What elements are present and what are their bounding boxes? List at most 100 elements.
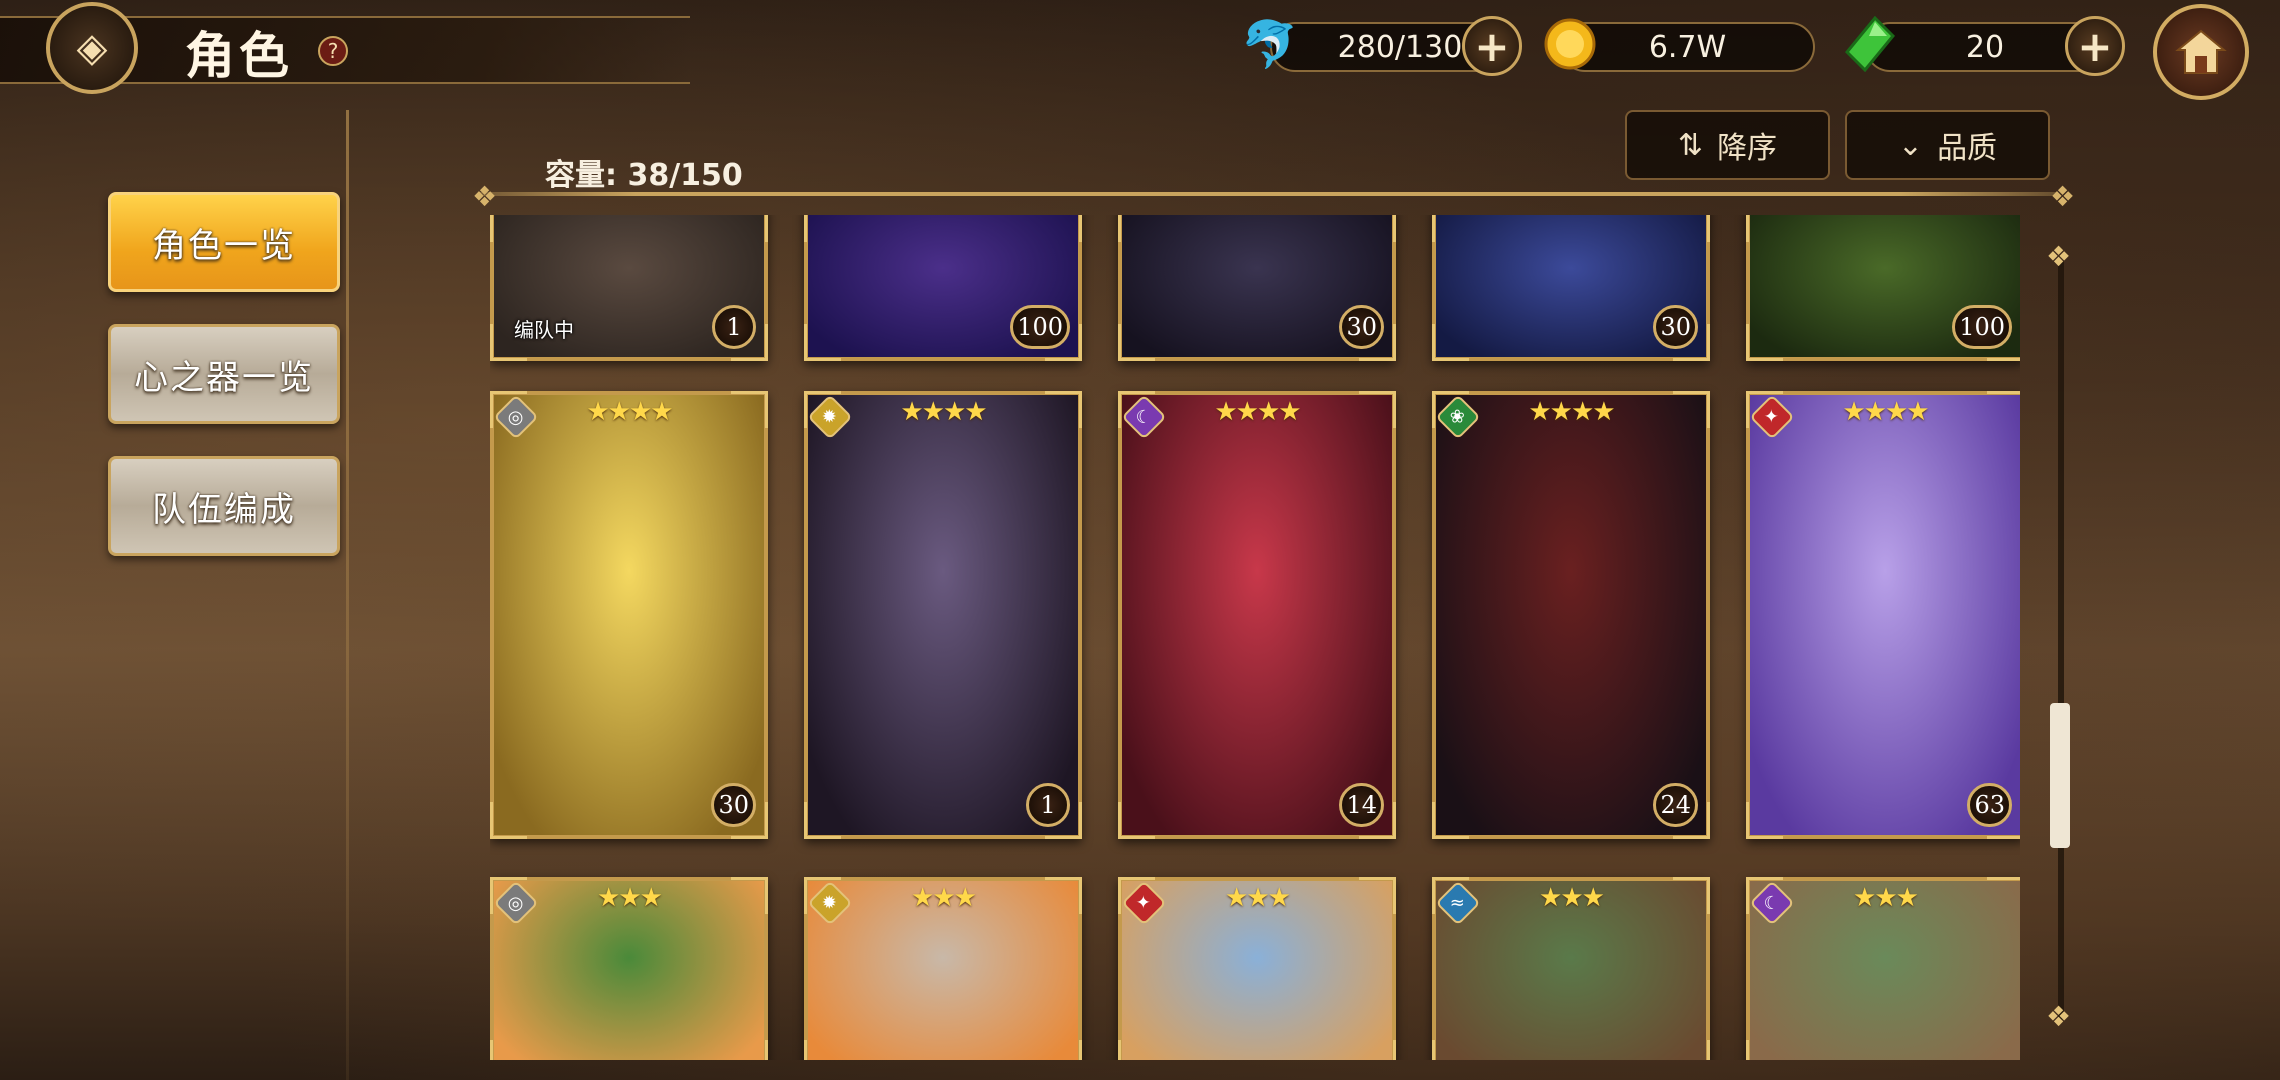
stamina-dolphin-icon: 🐬	[1241, 16, 1299, 71]
frame-corner	[1673, 215, 1710, 242]
divider-ornament-left: ❖	[472, 180, 498, 213]
level-badge: 63	[1967, 783, 2012, 827]
character-card[interactable]: ★★★ ✦	[1118, 877, 1396, 1060]
add-stamina-button[interactable]: +	[1462, 16, 1522, 76]
element-glyph-icon: ✹	[822, 892, 838, 914]
frame-corner	[1746, 324, 1783, 361]
frame-corner	[1746, 802, 1783, 839]
frame-corner	[1118, 802, 1155, 839]
element-glyph-icon: ≈	[1450, 892, 1466, 914]
sidebar-divider	[346, 110, 349, 1080]
scroll-top-ornament-icon: ❖	[2046, 240, 2072, 273]
frame-corner	[490, 802, 527, 839]
frame-corner	[490, 215, 527, 242]
menu-team-formation[interactable]: 队伍编成	[108, 456, 340, 556]
character-card[interactable]: ★★★★ ☾ 14	[1118, 391, 1396, 839]
level-badge: 1	[712, 305, 756, 349]
frame-corner	[1045, 1040, 1082, 1060]
level-badge: 14	[1339, 783, 1384, 827]
character-portrait	[1750, 395, 2020, 835]
scroll-bottom-ornament-icon: ❖	[2046, 1000, 2072, 1033]
element-glyph-icon: ✦	[1764, 406, 1780, 428]
sort-order-icon: ⇅	[1677, 127, 1704, 163]
green-gem-icon	[1842, 16, 1898, 72]
home-button[interactable]	[2153, 4, 2249, 100]
element-glyph-icon: ◎	[508, 406, 524, 428]
scrollbar-track[interactable]	[2058, 260, 2064, 1020]
character-card[interactable]: 30	[1118, 215, 1396, 361]
character-portrait	[1436, 395, 1706, 835]
frame-corner	[1359, 1040, 1396, 1060]
frame-corner	[1432, 1040, 1469, 1060]
frame-corner	[804, 324, 841, 361]
frame-corner	[731, 215, 768, 242]
character-card[interactable]: 100	[1746, 215, 2020, 361]
level-badge: 30	[1653, 305, 1698, 349]
character-card[interactable]: ★★★★ ✹ 1	[804, 391, 1082, 839]
frame-corner	[804, 1040, 841, 1060]
menu-heart-vessel-list[interactable]: 心之器一览	[108, 324, 340, 424]
element-glyph-icon: ☾	[1763, 892, 1781, 914]
level-badge: 100	[1010, 305, 1070, 349]
gold-coin-icon	[1542, 16, 1598, 72]
element-glyph-icon: ☾	[1135, 406, 1153, 428]
frame-corner	[1118, 1040, 1155, 1060]
sort-order-label: 降序	[1717, 131, 1778, 166]
frame-corner	[1118, 215, 1155, 242]
character-portrait	[808, 395, 1078, 835]
level-badge: 30	[1339, 305, 1384, 349]
character-grid: 编队中 1 100 30 30 100 ★★★★ ◎ 30 ★★★★ ✹ 1 ★★★★ ☾ 14 ★★★★ ❀ 2…	[490, 215, 2020, 1060]
chevron-down-icon: ⌄	[1897, 127, 1924, 163]
gold-value: 6.7W	[1648, 30, 1727, 65]
character-portrait	[1122, 395, 1392, 835]
capacity-label: 容量: 38/150	[545, 158, 743, 193]
menu-character-list[interactable]: 角色一览	[108, 192, 340, 292]
character-card[interactable]: 30	[1432, 215, 1710, 361]
character-card[interactable]: ★★★ ☾	[1746, 877, 2020, 1060]
frame-corner	[804, 215, 841, 242]
character-card[interactable]: 编队中 1	[490, 215, 768, 361]
character-card[interactable]: ★★★★ ❀ 24	[1432, 391, 1710, 839]
frame-corner	[731, 1040, 768, 1060]
frame-corner	[1432, 802, 1469, 839]
help-icon[interactable]: ?	[318, 36, 348, 66]
in-team-tag: 编队中	[514, 318, 574, 342]
frame-corner	[1359, 215, 1396, 242]
scrollbar-thumb[interactable]	[2050, 703, 2070, 848]
character-card[interactable]: 100	[804, 215, 1082, 361]
gold-display: 6.7W	[1560, 22, 1815, 72]
page-title: 角色	[185, 27, 293, 85]
frame-corner	[1987, 215, 2020, 242]
level-badge: 24	[1653, 783, 1698, 827]
frame-corner	[1045, 215, 1082, 242]
frame-corner	[1432, 215, 1469, 242]
frame-corner	[490, 1040, 527, 1060]
back-diamond-icon: ◈	[76, 25, 108, 71]
level-badge: 100	[1952, 305, 2012, 349]
add-gems-button[interactable]: +	[2065, 16, 2125, 76]
frame-corner	[1118, 324, 1155, 361]
sort-order-button[interactable]: ⇅ 降序	[1625, 110, 1830, 180]
character-card[interactable]: ★★★ ✹	[804, 877, 1082, 1060]
frame-corner	[1746, 215, 1783, 242]
header-divider	[478, 192, 2058, 196]
top-bar: ◈ 角色 ? 280/130 🐬 + 6.7W 20 +	[0, 0, 2280, 100]
frame-corner	[1673, 1040, 1710, 1060]
level-badge: 30	[711, 783, 756, 827]
filter-quality-label: 品质	[1937, 131, 1998, 166]
character-card[interactable]: ★★★★ ◎ 30	[490, 391, 768, 839]
element-glyph-icon: ❀	[1450, 406, 1466, 428]
character-card[interactable]: ★★★ ≈	[1432, 877, 1710, 1060]
character-card[interactable]: ★★★★ ✦ 63	[1746, 391, 2020, 839]
divider-ornament-right: ❖	[2050, 180, 2076, 213]
frame-corner	[1987, 1040, 2020, 1060]
back-button[interactable]: ◈	[46, 2, 138, 94]
character-card[interactable]: ★★★ ◎	[490, 877, 768, 1060]
element-glyph-icon: ✹	[822, 406, 838, 428]
character-portrait	[494, 395, 764, 835]
filter-quality-button[interactable]: ⌄ 品质	[1845, 110, 2050, 180]
element-glyph-icon: ◎	[508, 892, 524, 914]
frame-corner	[1432, 324, 1469, 361]
frame-corner	[804, 802, 841, 839]
home-icon	[2175, 29, 2227, 74]
